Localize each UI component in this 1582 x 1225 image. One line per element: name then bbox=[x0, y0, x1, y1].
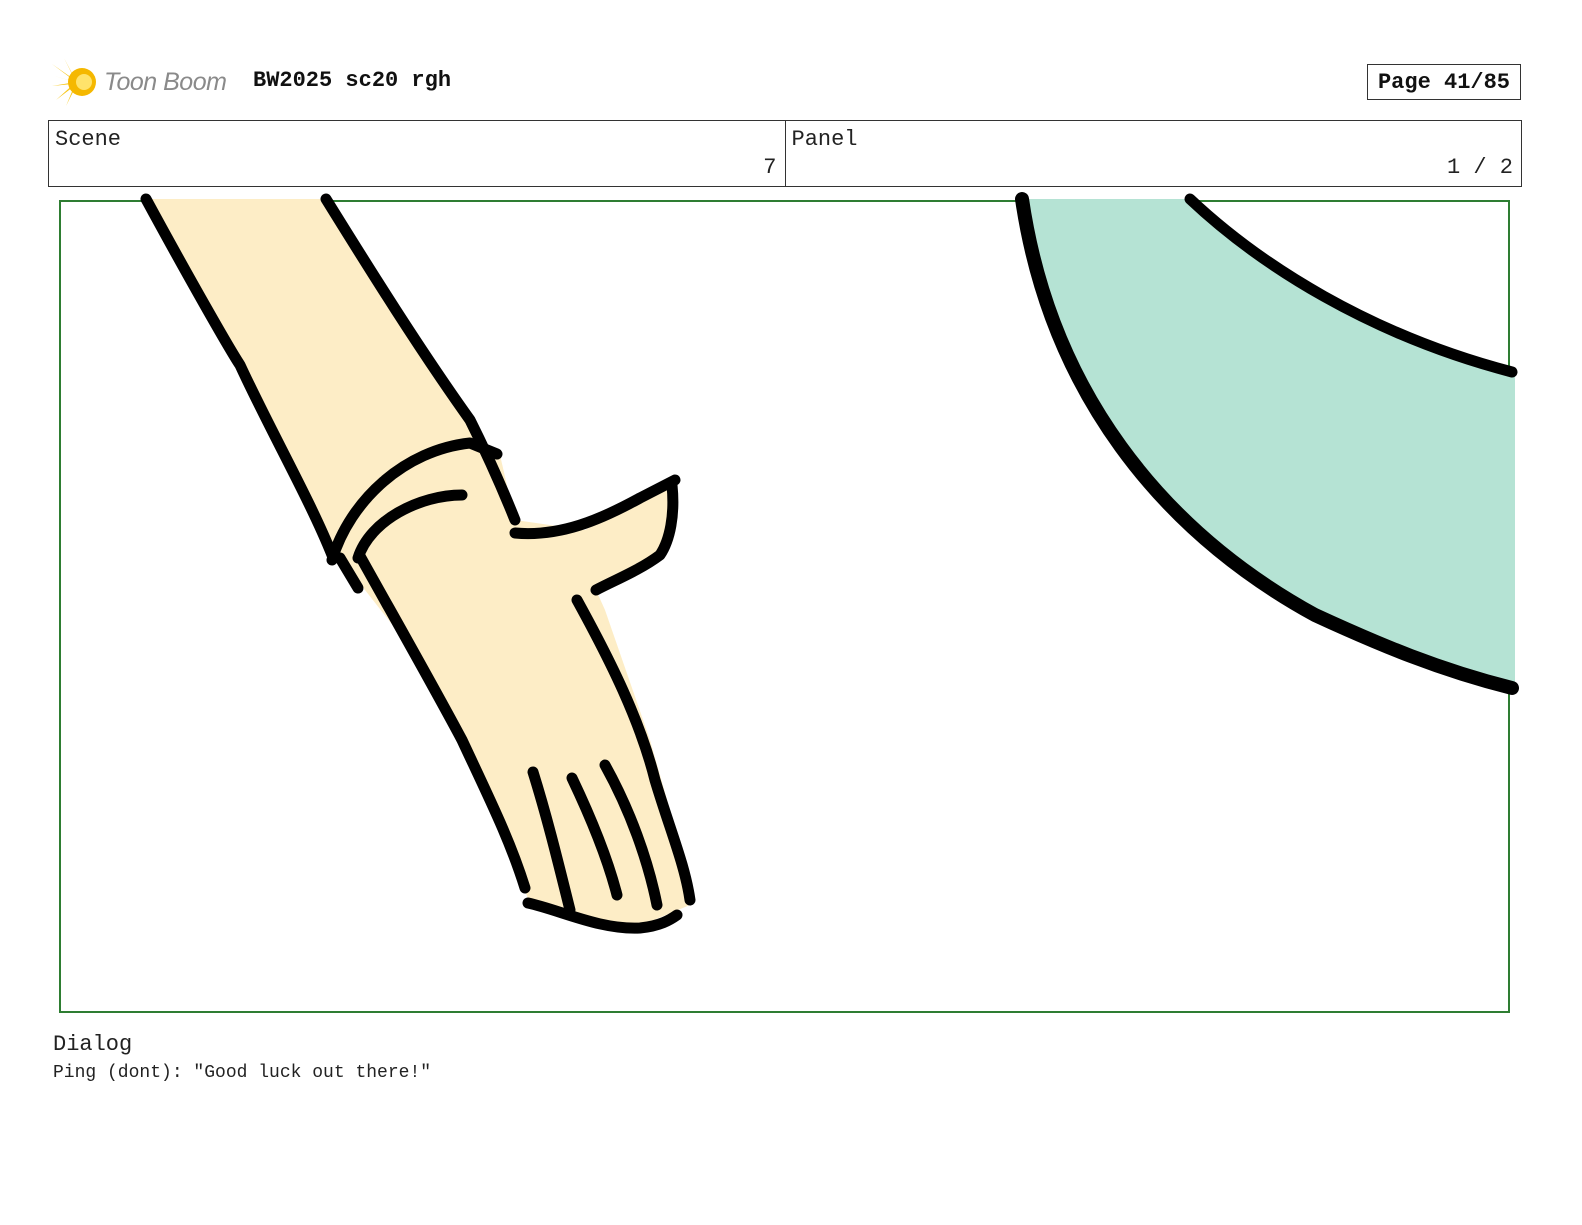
sunburst-icon bbox=[52, 58, 96, 106]
toon-boom-logo: Toon Boom bbox=[50, 56, 227, 108]
dialog-label: Dialog bbox=[53, 1032, 133, 1057]
document-title: BW2025 sc20 rgh bbox=[253, 68, 452, 93]
logo-wordmark: Toon Boom bbox=[104, 67, 227, 96]
storyboard-panel-frame bbox=[59, 200, 1510, 1013]
panel-label: Panel bbox=[791, 127, 858, 152]
page-indicator: Page 41/85 bbox=[1367, 64, 1521, 100]
scene-label: Scene bbox=[55, 127, 122, 152]
panel-cell: Panel 1 / 2 bbox=[784, 121, 1522, 186]
scene-cell: Scene 7 bbox=[49, 121, 785, 186]
dialog-text: Ping (dont): "Good luck out there!" bbox=[53, 1063, 432, 1083]
panel-number: 1 / 2 bbox=[1446, 155, 1513, 180]
scene-panel-table: Scene 7 Panel 1 / 2 bbox=[48, 120, 1522, 187]
scene-number: 7 bbox=[763, 155, 777, 180]
